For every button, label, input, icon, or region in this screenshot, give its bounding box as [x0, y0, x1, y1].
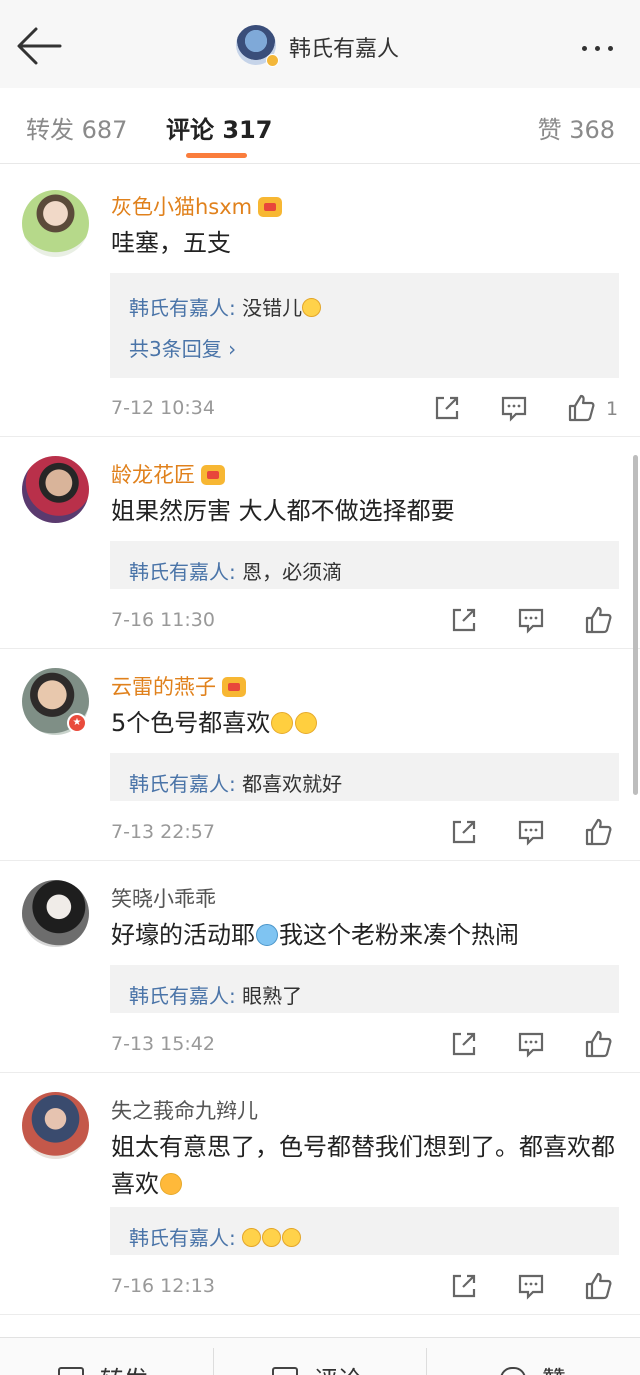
forward-button[interactable]: 转发 [58, 1360, 148, 1375]
scrollbar[interactable] [633, 455, 638, 795]
verified-badge-icon [266, 54, 279, 67]
reply-author[interactable]: 韩氏有嘉人: [129, 772, 236, 796]
reply-line: 韩氏有嘉人: 都喜欢就好 [129, 768, 342, 797]
avatar[interactable] [22, 456, 89, 523]
comment-time: 7-16 12:13 [111, 1275, 215, 1297]
reply-box[interactable]: 韩氏有嘉人: 都喜欢就好 [110, 753, 619, 801]
share-icon[interactable] [449, 1271, 479, 1301]
bottom-action-bar: 转发 评论 赞 [0, 1337, 640, 1375]
comment-username[interactable]: 云雷的燕子 [111, 671, 246, 701]
comment-username[interactable]: 灰色小猫hsxm [111, 191, 283, 221]
forward-icon [58, 1367, 84, 1375]
like-button[interactable]: 赞 [500, 1360, 566, 1375]
vip-crown-icon [258, 197, 283, 217]
reply-line: 韩氏有嘉人: 恩，必须滴 [129, 556, 342, 585]
like-thumb-icon[interactable] [583, 1271, 613, 1301]
comment-item: ★ 云雷的燕子 5个色号都喜欢 韩氏有嘉人: 都喜欢就好 7-13 22:57 [0, 649, 640, 861]
comment-text: 姐果然厉害 大人都不做选择都要 [111, 497, 455, 525]
share-icon[interactable] [449, 817, 479, 847]
comment-icon[interactable] [516, 817, 546, 847]
comment-text: 姐太有意思了，色号都替我们想到了。都喜欢都喜欢 [111, 1133, 615, 1198]
reply-text: 没错儿 [235, 296, 303, 320]
emoji-icon [262, 1228, 282, 1247]
comment-item: 笑晓小乖乖 好壕的活动耶 我这个老粉来凑个热闹 韩氏有嘉人: 眼熟了 7-13 1… [0, 861, 640, 1073]
comment-label: 评论 [314, 1366, 362, 1375]
comment-username[interactable]: 笑晓小乖乖 [111, 883, 216, 913]
like-thumb-icon [500, 1367, 526, 1375]
reply-box[interactable]: 韩氏有嘉人: 没错儿 共3条回复 › [110, 273, 619, 378]
more-options-button[interactable] [578, 40, 624, 54]
avatar[interactable] [22, 1092, 89, 1159]
back-button[interactable] [14, 24, 64, 68]
like-thumb-icon[interactable] [583, 605, 613, 635]
kiss-emoji-icon [160, 1173, 182, 1195]
reply-text: 都喜欢就好 [235, 772, 343, 796]
reply-author[interactable]: 韩氏有嘉人: [129, 296, 236, 320]
emoji-icon [256, 924, 278, 946]
share-icon[interactable] [449, 605, 479, 635]
divider [426, 1348, 427, 1375]
comment-item: 灰色小猫hsxm 哇塞，五支 韩氏有嘉人: 没错儿 共3条回复 › 7-12 1… [0, 165, 640, 437]
comment-text: 好壕的活动耶 我这个老粉来凑个热闹 [111, 921, 519, 949]
like-thumb-icon[interactable] [583, 1029, 613, 1059]
comment-item: 失之莪命九辫儿 姐太有意思了，色号都替我们想到了。都喜欢都喜欢 韩氏有嘉人: 7… [0, 1073, 640, 1315]
like-thumb-icon[interactable] [566, 393, 596, 423]
comment-icon[interactable] [516, 1029, 546, 1059]
emoji-icon [302, 298, 322, 317]
active-tab-indicator [186, 153, 247, 158]
reply-box[interactable]: 韩氏有嘉人: 恩，必须滴 [110, 541, 619, 589]
page-title: 韩氏有嘉人 [289, 37, 400, 62]
avatar[interactable] [22, 190, 89, 257]
more-dots-icon [578, 40, 617, 59]
like-thumb-icon[interactable] [583, 817, 613, 847]
tab-bar: 转发 687 评论 317 赞 368 [0, 88, 640, 164]
share-icon[interactable] [432, 393, 462, 423]
comment-icon[interactable] [499, 393, 529, 423]
reply-box[interactable]: 韩氏有嘉人: 眼熟了 [110, 965, 619, 1013]
tab-forwards[interactable]: 转发 687 [26, 110, 127, 145]
comment-time: 7-16 11:30 [111, 609, 215, 631]
reply-box[interactable]: 韩氏有嘉人: [110, 1207, 619, 1255]
reply-line: 韩氏有嘉人: [129, 1222, 302, 1251]
emoji-icon [282, 1228, 302, 1247]
vip-crown-icon [222, 677, 246, 697]
like-label: 赞 [542, 1366, 566, 1375]
comment-text: 5个色号都喜欢 [111, 705, 621, 742]
like-count: 1 [606, 398, 619, 420]
reply-line: 韩氏有嘉人: 眼熟了 [129, 980, 302, 1009]
vip-crown-icon [201, 465, 225, 485]
tab-likes[interactable]: 赞 368 [538, 110, 615, 145]
comment-time: 7-12 10:34 [111, 397, 215, 419]
top-navigation-bar: 韩氏有嘉人 [0, 0, 640, 88]
arrow-left-icon [17, 27, 62, 65]
comment-item: 龄龙花匠 姐果然厉害 大人都不做选择都要 韩氏有嘉人: 恩，必须滴 7-16 1… [0, 437, 640, 649]
reply-author[interactable]: 韩氏有嘉人: [129, 560, 236, 584]
reply-line: 韩氏有嘉人: 没错儿 [129, 292, 322, 321]
avatar[interactable] [22, 880, 89, 947]
comment-icon [272, 1367, 298, 1375]
emoji-icon [242, 1228, 262, 1247]
reply-text: 恩，必须滴 [235, 560, 343, 584]
comment-button[interactable]: 评论 [272, 1360, 362, 1375]
more-replies-link[interactable]: 共3条回复 › [129, 333, 236, 362]
tab-comments[interactable]: 评论 317 [166, 110, 272, 145]
comment-icon[interactable] [516, 605, 546, 635]
reply-author[interactable]: 韩氏有嘉人: [129, 984, 236, 1008]
comment-username[interactable]: 失之莪命九辫儿 [111, 1095, 258, 1125]
comment-time: 7-13 15:42 [111, 1033, 215, 1055]
grin-emoji-icon [271, 712, 294, 734]
forward-label: 转发 [100, 1366, 148, 1375]
grin-emoji-icon [295, 712, 318, 734]
comment-text: 哇塞，五支 [111, 229, 231, 257]
comment-time: 7-13 22:57 [111, 821, 215, 843]
reply-text: 眼熟了 [235, 984, 303, 1008]
divider [213, 1348, 214, 1375]
comment-icon[interactable] [516, 1271, 546, 1301]
share-icon[interactable] [449, 1029, 479, 1059]
comment-username[interactable]: 龄龙花匠 [111, 459, 225, 489]
verified-badge-icon: ★ [67, 713, 87, 733]
reply-author[interactable]: 韩氏有嘉人: [129, 1226, 236, 1250]
